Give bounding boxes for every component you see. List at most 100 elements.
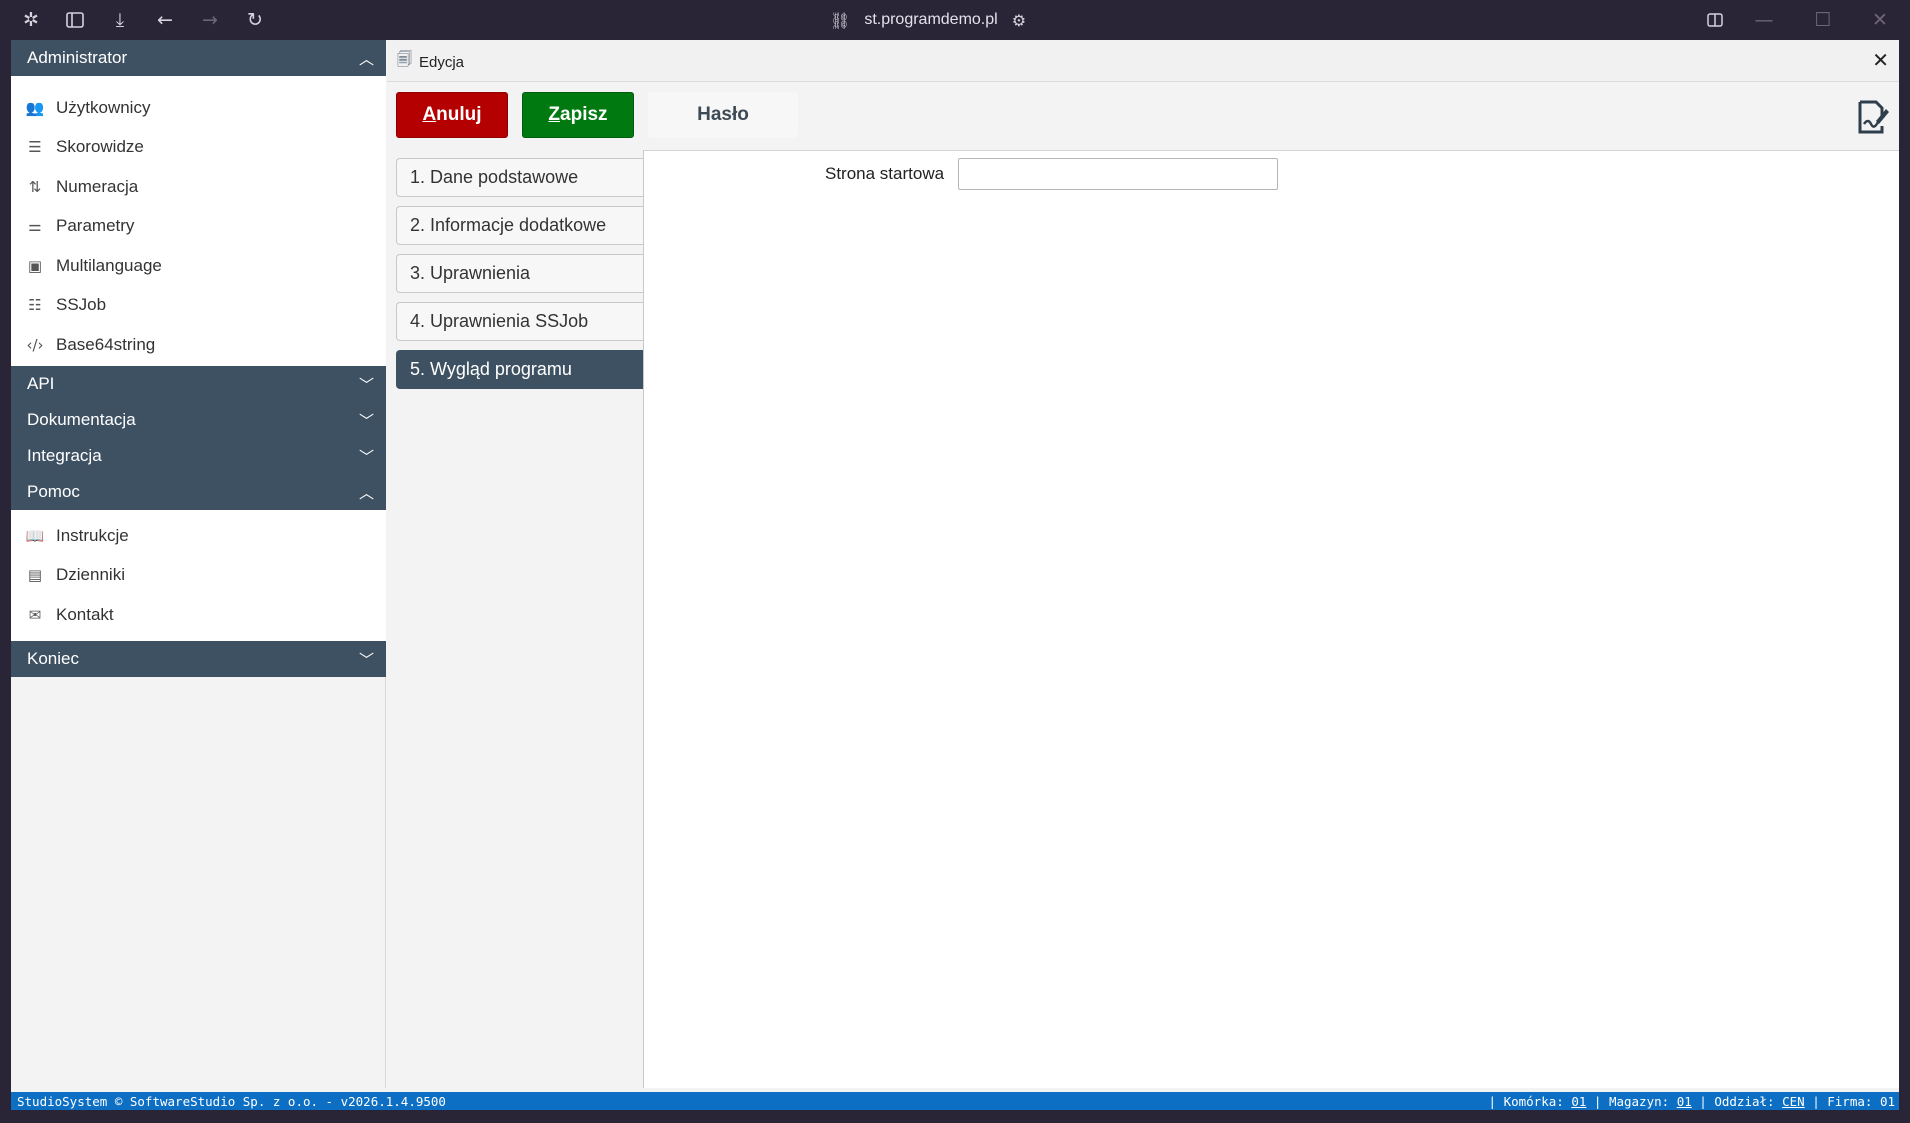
app-logo-icon[interactable]: ✲	[19, 8, 43, 32]
chevron-down-icon: ﹀	[358, 376, 374, 394]
download-icon[interactable]: ⤓	[108, 8, 132, 32]
password-button[interactable]: Hasło	[648, 92, 798, 138]
site-settings-icon[interactable]: ⚙	[1012, 11, 1026, 30]
oddzial-label: Oddział:	[1714, 1094, 1775, 1109]
cancel-label: nuluj	[436, 104, 482, 125]
reload-icon[interactable]: ↻	[243, 8, 267, 32]
start-page-label: Strona startowa	[825, 164, 945, 183]
section-koniec[interactable]: Koniec ﹀	[11, 641, 386, 677]
save-label: apisz	[560, 104, 608, 125]
start-page-input[interactable]	[958, 158, 1278, 190]
sidebar-item-skorowidze[interactable]: ☰ Skorowidze	[25, 132, 144, 162]
forward-icon[interactable]: →	[198, 8, 222, 32]
section-integracja[interactable]: Integracja ﹀	[11, 438, 386, 474]
komorka-label: Komórka:	[1503, 1094, 1564, 1109]
sidebar-item-uzytkownicy[interactable]: 👥 Użytkownicy	[25, 93, 151, 123]
section-title: Dokumentacja	[27, 410, 136, 429]
users-icon: 👥	[25, 99, 45, 117]
close-icon[interactable]: ✕	[1872, 48, 1889, 72]
section-title: Integracja	[27, 446, 102, 465]
sidebar-item-label: Instrukcje	[56, 526, 129, 545]
tab-label: 3. Uprawnienia	[410, 263, 531, 283]
sidebar-item-label: Multilanguage	[56, 256, 162, 275]
sidebar-item-label: Numeracja	[56, 177, 139, 196]
section-title: Koniec	[27, 649, 79, 668]
tab-dane-podstawowe[interactable]: 1. Dane podstawowe	[396, 158, 644, 197]
sidebar-item-parametry[interactable]: ⚌ Parametry	[25, 211, 134, 241]
sidebar-item-label: Base64string	[56, 335, 156, 354]
copyright-version: StudioSystem © SoftwareStudio Sp. z o.o.…	[17, 1094, 446, 1109]
section-pomoc[interactable]: Pomoc ︿	[11, 474, 386, 510]
section-dokumentacja[interactable]: Dokumentacja ﹀	[11, 402, 386, 438]
contact-icon: ✉	[28, 606, 42, 624]
address-bar[interactable]: ⛓ st.programdemo.pl ⚙	[830, 8, 1026, 32]
komorka-link[interactable]: 01	[1571, 1094, 1586, 1109]
book-icon: 📖	[25, 527, 45, 545]
sidebar-item-label: Kontakt	[56, 605, 114, 624]
section-title: Pomoc	[27, 482, 80, 501]
back-icon[interactable]: ←	[153, 8, 177, 32]
signature-edit-icon[interactable]	[1853, 98, 1891, 136]
chevron-down-icon: ﹀	[358, 448, 374, 466]
pomoc-items: 📖 Instrukcje ▤ Dzienniki ✉ Kontakt	[11, 510, 386, 641]
sidebar-item-instrukcje[interactable]: 📖 Instrukcje	[25, 521, 129, 551]
list-icon: ☰	[28, 138, 42, 156]
tab-label: 5. Wygląd programu	[410, 359, 572, 379]
sliders-icon: ⚌	[28, 217, 42, 235]
tab-content: Strona startowa	[643, 150, 1899, 1088]
tab-uprawnienia[interactable]: 3. Uprawnienia	[396, 254, 644, 293]
sidebar-item-label: Dzienniki	[56, 565, 125, 584]
app-window: Administrator ︿ 👥 Użytkownicy ☰ Skorowid…	[11, 40, 1899, 1092]
sidebar-item-numeracja[interactable]: ⇅ Numeracja	[25, 172, 139, 202]
section-title: Administrator	[27, 48, 128, 67]
administrator-items: 👥 Użytkownicy ☰ Skorowidze ⇅ Numeracja ⚌…	[11, 76, 386, 366]
section-administrator[interactable]: Administrator ︿	[11, 40, 386, 76]
cancel-button[interactable]: Anuluj	[396, 92, 508, 138]
tab-wyglad-programu[interactable]: 5. Wygląd programu	[396, 350, 644, 389]
sidebar-item-base64string[interactable]: ‹/› Base64string	[25, 330, 155, 360]
sidebar-item-multilanguage[interactable]: ▣ Multilanguage	[25, 251, 162, 281]
sidebar-item-ssjob[interactable]: ☷ SSJob	[25, 290, 106, 320]
browser-toolbar: ✲ ⤓ ← → ↻ ⛓ st.programdemo.pl ⚙ — ☐ ✕	[0, 0, 1910, 40]
magazyn-label: Magazyn:	[1608, 1094, 1670, 1109]
save-button[interactable]: Zapisz	[522, 92, 634, 138]
panel-title: Edycja	[419, 54, 465, 71]
sidebar-item-dzienniki[interactable]: ▤ Dzienniki	[25, 560, 125, 590]
document-icon: 🗐	[397, 50, 412, 68]
url-text[interactable]: st.programdemo.pl	[864, 11, 997, 29]
minimize-icon[interactable]: —	[1752, 8, 1776, 32]
magazyn-link[interactable]: 01	[1677, 1094, 1692, 1109]
link-icon: ⛓	[830, 10, 851, 30]
language-icon: ▣	[27, 257, 43, 275]
journal-icon: ▤	[27, 566, 43, 584]
tab-informacje-dodatkowe[interactable]: 2. Informacje dodatkowe	[396, 206, 644, 245]
split-view-icon[interactable]	[1703, 8, 1727, 32]
numbering-icon: ⇅	[28, 178, 42, 196]
firma-value[interactable]: 01	[1880, 1094, 1895, 1109]
panel-titlebar: 🗐 Edycja ✕	[387, 40, 1899, 82]
sidebar-item-kontakt[interactable]: ✉ Kontakt	[25, 600, 114, 630]
code-icon: ‹/›	[26, 336, 44, 354]
tab-uprawnienia-ssjob[interactable]: 4. Uprawnienia SSJob	[396, 302, 644, 341]
firma-label: Firma:	[1827, 1094, 1873, 1109]
tasks-icon: ☷	[28, 296, 42, 314]
sidebar-toggle-icon[interactable]	[63, 8, 87, 32]
section-title: API	[27, 374, 55, 393]
password-label: Hasło	[697, 104, 749, 125]
sidebar-item-label: Parametry	[56, 216, 135, 235]
status-context: | Komórka: 01 | Magazyn: 01 | Oddział: C…	[1488, 1094, 1896, 1109]
sidebar-item-label: Skorowidze	[56, 137, 144, 156]
tab-label: 4. Uprawnienia SSJob	[410, 311, 589, 331]
section-api[interactable]: API ﹀	[11, 366, 386, 402]
sidebar: Administrator ︿ 👥 Użytkownicy ☰ Skorowid…	[11, 40, 386, 1088]
chevron-up-icon: ︿	[358, 484, 374, 502]
sidebar-item-label: SSJob	[56, 295, 107, 314]
maximize-icon[interactable]: ☐	[1811, 8, 1835, 32]
tab-label: 1. Dane podstawowe	[410, 167, 579, 187]
chevron-down-icon: ﹀	[358, 651, 374, 669]
chevron-up-icon: ︿	[358, 50, 374, 68]
close-window-icon[interactable]: ✕	[1868, 8, 1892, 32]
chevron-down-icon: ﹀	[358, 412, 374, 430]
sidebar-item-label: Użytkownicy	[56, 98, 151, 117]
oddzial-link[interactable]: CEN	[1782, 1094, 1805, 1109]
